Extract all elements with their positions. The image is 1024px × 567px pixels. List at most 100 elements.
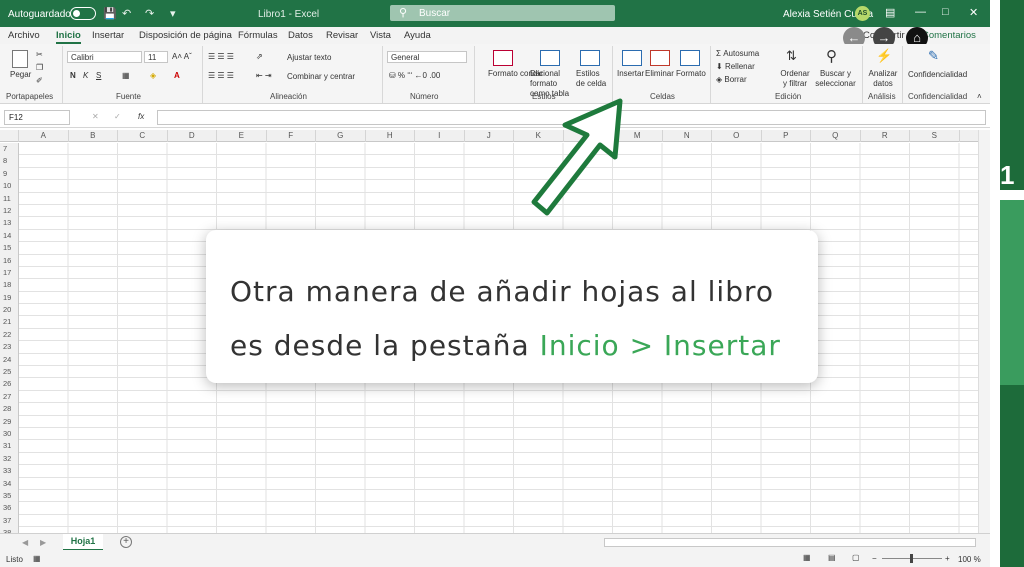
row-header[interactable]: 13 xyxy=(0,217,19,230)
collapse-ribbon-icon[interactable]: ˄ xyxy=(977,92,982,101)
sheet-tab-hoja1[interactable]: Hoja1 xyxy=(63,534,103,551)
orientation-icon[interactable]: ⇗ xyxy=(256,52,263,61)
row-header[interactable]: 34 xyxy=(0,477,19,490)
insert-cells-icon[interactable] xyxy=(622,50,642,66)
row-header[interactable]: 29 xyxy=(0,415,19,428)
format-painter-icon[interactable]: ✐ xyxy=(36,76,43,85)
page-layout-icon[interactable]: ▤ xyxy=(828,553,836,562)
fill-color-icon[interactable]: ◈ xyxy=(150,71,156,80)
borders-icon[interactable]: ▦ xyxy=(122,71,130,80)
insert-button[interactable]: Insertar xyxy=(617,69,644,78)
comments-button[interactable]: Comentarios xyxy=(922,30,976,41)
paste-button[interactable]: Pegar xyxy=(10,70,31,79)
font-size-select[interactable]: 11 xyxy=(144,51,168,63)
table-row[interactable]: 33 xyxy=(0,465,980,478)
autosum-button[interactable]: Σ Autosuma xyxy=(716,49,759,58)
table-row[interactable]: 32 xyxy=(0,452,980,466)
cell-styles-icon[interactable] xyxy=(580,50,600,66)
table-row[interactable]: 30 xyxy=(0,427,980,441)
select-all-corner[interactable] xyxy=(0,130,19,142)
minimize-icon[interactable]: — xyxy=(915,6,926,18)
currency-icon[interactable]: ⛁ % ‘‘‘ ←0 .00 xyxy=(389,71,440,80)
delete-cells-icon[interactable] xyxy=(650,50,670,66)
tab-formulas[interactable]: Fórmulas xyxy=(238,30,278,41)
table-row[interactable]: 10 xyxy=(0,180,980,193)
undo-icon[interactable]: ↶ xyxy=(122,7,131,20)
column-header[interactable]: I xyxy=(415,130,465,142)
tab-vista[interactable]: Vista xyxy=(370,30,391,41)
copy-icon[interactable]: ❐ xyxy=(36,63,43,72)
italic-icon[interactable]: K xyxy=(83,71,88,80)
find-icon[interactable]: ⚲ xyxy=(826,47,837,65)
column-header[interactable]: N xyxy=(663,130,712,142)
column-header[interactable]: Q xyxy=(811,130,861,142)
enter-icon[interactable]: ✓ xyxy=(114,112,121,121)
vertical-scrollbar[interactable] xyxy=(978,130,990,533)
name-box[interactable]: F12 xyxy=(4,110,70,125)
column-header[interactable]: R xyxy=(861,130,910,142)
number-format-select[interactable]: General xyxy=(387,51,467,63)
fill-button[interactable]: ⬇ Rellenar xyxy=(716,62,755,71)
table-row[interactable]: 8 xyxy=(0,155,980,168)
table-row[interactable]: 13 xyxy=(0,217,980,230)
save-icon[interactable]: 💾 xyxy=(103,7,117,20)
tab-insertar[interactable]: Insertar xyxy=(92,30,124,41)
table-row[interactable]: 9 xyxy=(0,167,980,181)
avatar[interactable]: AS xyxy=(855,6,870,21)
row-header[interactable]: 9 xyxy=(0,167,19,181)
tab-disposicion[interactable]: Disposición de página xyxy=(139,30,232,41)
table-row[interactable]: 29 xyxy=(0,415,980,428)
column-header[interactable]: B xyxy=(69,130,118,142)
row-header[interactable]: 28 xyxy=(0,403,19,416)
row-header[interactable]: 16 xyxy=(0,254,19,267)
format-table-icon[interactable] xyxy=(540,50,560,66)
redo-icon[interactable]: ↷ xyxy=(145,7,154,20)
merge-center-button[interactable]: Combinar y centrar xyxy=(287,72,355,81)
row-header[interactable]: 12 xyxy=(0,204,19,218)
row-header[interactable]: 20 xyxy=(0,304,19,317)
table-row[interactable]: 11 xyxy=(0,192,980,205)
sensitivity-button[interactable]: Confidencialidad xyxy=(908,70,967,79)
indent-icon[interactable]: ⇤ ⇥ xyxy=(256,71,272,80)
table-row[interactable]: 31 xyxy=(0,440,980,453)
tab-revisar[interactable]: Revisar xyxy=(326,30,358,41)
tab-ayuda[interactable]: Ayuda xyxy=(404,30,431,41)
font-color-icon[interactable]: A xyxy=(174,71,180,80)
table-row[interactable]: 7 xyxy=(0,143,980,156)
next-sheet-icon[interactable]: ▶ xyxy=(40,538,46,547)
table-row[interactable]: 35 xyxy=(0,489,980,503)
horizontal-scrollbar[interactable] xyxy=(604,538,976,547)
page-break-icon[interactable]: ▢ xyxy=(852,553,860,562)
row-header[interactable]: 33 xyxy=(0,465,19,478)
conditional-format-icon[interactable] xyxy=(493,50,513,66)
zoom-slider-thumb[interactable] xyxy=(910,554,913,563)
format-button[interactable]: Formato xyxy=(676,69,706,78)
font-name-select[interactable]: Calibri xyxy=(67,51,142,63)
column-header[interactable]: C xyxy=(118,130,168,142)
row-header[interactable]: 26 xyxy=(0,378,19,391)
macro-record-icon[interactable]: ▦ xyxy=(33,554,41,563)
row-header[interactable]: 27 xyxy=(0,390,19,404)
row-header[interactable]: 7 xyxy=(0,143,19,156)
align-left-icon[interactable]: ☰ ☰ ☰ xyxy=(208,71,234,80)
column-header[interactable]: D xyxy=(168,130,217,142)
row-header[interactable]: 19 xyxy=(0,291,19,305)
clear-button[interactable]: ◈ Borrar xyxy=(716,75,747,84)
row-header[interactable]: 10 xyxy=(0,180,19,193)
column-header[interactable]: F xyxy=(267,130,316,142)
row-header[interactable]: 36 xyxy=(0,502,19,515)
tab-datos[interactable]: Datos xyxy=(288,30,313,41)
row-header[interactable]: 17 xyxy=(0,266,19,280)
wrap-text-button[interactable]: Ajustar texto xyxy=(287,53,331,62)
row-header[interactable]: 22 xyxy=(0,328,19,342)
row-header[interactable]: 35 xyxy=(0,489,19,503)
row-header[interactable]: 14 xyxy=(0,229,19,243)
row-header[interactable]: 23 xyxy=(0,341,19,354)
paste-icon[interactable] xyxy=(12,50,28,68)
column-header[interactable]: G xyxy=(316,130,366,142)
column-header[interactable]: E xyxy=(217,130,267,142)
align-top-icon[interactable]: ☰ ☰ ☰ xyxy=(208,52,234,61)
row-header[interactable]: 11 xyxy=(0,192,19,205)
maximize-icon[interactable]: □ xyxy=(942,6,949,18)
zoom-out-icon[interactable]: − xyxy=(872,554,877,563)
